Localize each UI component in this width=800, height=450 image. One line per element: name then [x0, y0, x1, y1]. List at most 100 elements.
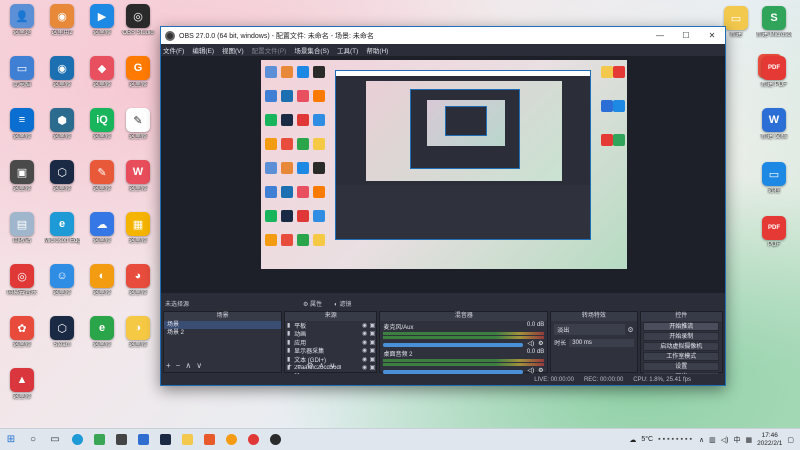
- desktop-icon[interactable]: ▤ 回收站: [4, 212, 40, 245]
- volume-slider[interactable]: [383, 369, 524, 374]
- visibility-icon[interactable]: ◉: [360, 339, 368, 346]
- preview-canvas[interactable]: [261, 60, 627, 269]
- clock[interactable]: 17:46 2022/2/1: [757, 432, 782, 448]
- visibility-icon[interactable]: ◉: [360, 347, 368, 354]
- desktop-icon[interactable]: ◐ 这里修: [84, 264, 120, 297]
- source-item[interactable]: ▮ 应用 ◉ ▣: [285, 338, 376, 347]
- visibility-icon[interactable]: ◉: [360, 330, 368, 337]
- desktop-icon[interactable]: ✿ 这里修: [4, 316, 40, 349]
- weather-temp[interactable]: 5°C: [641, 436, 653, 443]
- close-button[interactable]: ✕: [699, 27, 725, 44]
- desktop-icon[interactable]: ▲ 这里修: [4, 368, 40, 401]
- desktop-icon[interactable]: ◉ 这里用2: [44, 4, 80, 37]
- mute-icon[interactable]: ◁): [527, 340, 534, 347]
- obs-window[interactable]: OBS 27.0.0 (64 bit, windows) - 配置文件: 未命名…: [160, 26, 726, 386]
- visibility-icon[interactable]: ◉: [360, 364, 368, 371]
- menu-item[interactable]: 配置文件(P): [252, 45, 287, 55]
- menu-item[interactable]: 文件(F): [163, 45, 184, 55]
- control-button[interactable]: 设置: [643, 362, 720, 371]
- lock-icon[interactable]: ▣: [368, 322, 376, 329]
- taskbar-app-obs[interactable]: [264, 429, 286, 450]
- task-view-icon[interactable]: ▭: [44, 429, 66, 450]
- control-button[interactable]: 工作室模式: [643, 352, 720, 361]
- scene-item[interactable]: 场景: [164, 321, 282, 329]
- search-icon[interactable]: ○: [22, 429, 44, 450]
- taskbar-app-edge[interactable]: [66, 429, 88, 450]
- taskbar-app-2[interactable]: [132, 429, 154, 450]
- obs-preview-area[interactable]: [161, 57, 725, 293]
- lock-icon[interactable]: ▣: [368, 347, 376, 354]
- menu-item[interactable]: 帮助(H): [366, 45, 388, 55]
- desktop-icon[interactable]: ▣ 这里修: [4, 160, 40, 193]
- minimize-button[interactable]: —: [647, 27, 673, 44]
- desktop-icon[interactable]: ☺ 这里修: [44, 264, 80, 297]
- desktop-icon[interactable]: W 新建 文档: [756, 108, 792, 141]
- taskbar-app-3[interactable]: [198, 429, 220, 450]
- desktop-icon[interactable]: ⬡ 这里修: [44, 160, 80, 193]
- filters-button[interactable]: ◐ 滤镜: [334, 299, 351, 308]
- source-item[interactable]: ▮ 显示器采集 ◉ ▣: [285, 347, 376, 355]
- ime-indicator[interactable]: 中: [733, 435, 740, 445]
- channel-settings-icon[interactable]: ⚙: [538, 367, 543, 374]
- desktop-icon[interactable]: PDF 新建 PDF: [756, 56, 792, 89]
- lock-icon[interactable]: ▣: [368, 364, 376, 371]
- control-button[interactable]: 开始录制: [643, 332, 720, 341]
- grid-icon[interactable]: ▦: [745, 436, 752, 444]
- desktop-icon[interactable]: ▶ 这里修: [84, 4, 120, 37]
- desktop-icon[interactable]: ◎ 网易云音乐: [4, 264, 40, 297]
- desktop-icon[interactable]: ▦ 这里修: [120, 212, 156, 245]
- desktop-icon[interactable]: e 这里修: [84, 316, 120, 349]
- desktop-icon[interactable]: ☁ 这里修: [84, 212, 120, 245]
- duration-input[interactable]: 300 ms: [569, 338, 634, 347]
- volume-slider[interactable]: [383, 342, 524, 347]
- channel-settings-icon[interactable]: ⚙: [538, 340, 543, 347]
- source-item[interactable]: ▮ 动画 ◉ ▣: [285, 330, 376, 338]
- tray-icons[interactable]: ▪▪▪▪▪▪▪▪: [658, 436, 694, 443]
- lock-icon[interactable]: ▣: [368, 330, 376, 337]
- visibility-icon[interactable]: ◉: [360, 322, 368, 329]
- volume-icon[interactable]: ◁): [721, 436, 729, 444]
- properties-button[interactable]: ⚙ 属性: [303, 299, 322, 308]
- desktop-icon[interactable]: G 这里修: [120, 56, 156, 89]
- taskbar-app-4[interactable]: [220, 429, 242, 450]
- taskbar-app-1[interactable]: [110, 429, 132, 450]
- taskbar-app-steam[interactable]: [154, 429, 176, 450]
- chevron-up-icon[interactable]: ∧: [699, 436, 704, 444]
- transition-select[interactable]: 淡出: [554, 324, 626, 335]
- desktop-icon[interactable]: ◑ 这里修: [120, 316, 156, 349]
- desktop-icon[interactable]: S 新建 Microsoft...: [756, 6, 792, 39]
- control-button[interactable]: 启动虚拟摄像机: [643, 342, 720, 351]
- taskbar-app-5[interactable]: [242, 429, 264, 450]
- desktop-icon[interactable]: W 这里修: [120, 160, 156, 193]
- scenes-toolbar[interactable]: +−∧∨: [166, 361, 207, 370]
- notification-icon[interactable]: ▢: [787, 436, 794, 444]
- menu-item[interactable]: 编辑(E): [192, 45, 214, 55]
- visibility-icon[interactable]: ◉: [360, 356, 368, 363]
- taskbar-app-explorer[interactable]: [176, 429, 198, 450]
- transition-settings-icon[interactable]: ⚙: [627, 326, 633, 334]
- menu-item[interactable]: 视图(V): [222, 45, 244, 55]
- desktop-icon[interactable]: ⬢ 这里修: [44, 108, 80, 141]
- menu-item[interactable]: 场景集合(S): [294, 45, 329, 55]
- desktop-icon[interactable]: ✎ 这里修: [120, 108, 156, 141]
- network-icon[interactable]: ▥: [709, 436, 716, 444]
- desktop-icon[interactable]: PDF PDF: [756, 216, 792, 249]
- maximize-button[interactable]: ☐: [673, 27, 699, 44]
- desktop-icon[interactable]: ◎ OBS Studio: [120, 4, 156, 37]
- desktop-icon[interactable]: e Microsoft Edge: [44, 212, 80, 245]
- desktop-icon[interactable]: ◕ 这里修: [120, 264, 156, 297]
- scene-item[interactable]: 场景 2: [164, 329, 281, 337]
- desktop-icon[interactable]: ◆ 这里修: [84, 56, 120, 89]
- sources-toolbar[interactable]: +−⚙∧∨: [287, 361, 340, 370]
- lock-icon[interactable]: ▣: [368, 339, 376, 346]
- desktop-icon[interactable]: ◉ 这里修: [44, 56, 80, 89]
- obs-titlebar[interactable]: OBS 27.0.0 (64 bit, windows) - 配置文件: 未命名…: [161, 27, 725, 44]
- desktop-icon[interactable]: ▭ 远程: [756, 162, 792, 195]
- desktop-icon[interactable]: ⬡ Steam: [44, 316, 80, 349]
- desktop-icon[interactable]: iQ 这里修: [84, 108, 120, 141]
- control-button[interactable]: 开始推流: [643, 322, 720, 331]
- source-item[interactable]: ▮ 平板 ◉ ▣: [285, 321, 376, 330]
- lock-icon[interactable]: ▣: [368, 356, 376, 363]
- taskbar-app-store[interactable]: [88, 429, 110, 450]
- desktop-icon[interactable]: ≡ 这里修: [4, 108, 40, 141]
